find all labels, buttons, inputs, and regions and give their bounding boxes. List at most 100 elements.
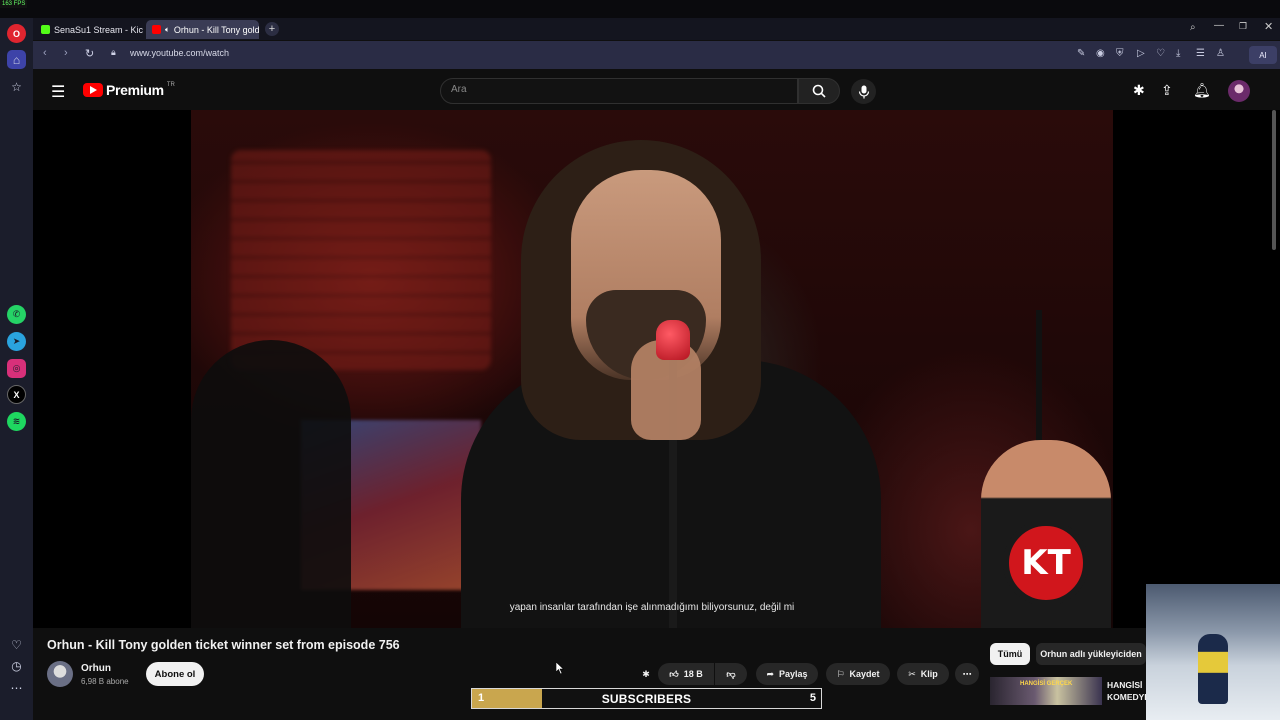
- os-taskbar-strip: [0, 0, 1280, 18]
- play-icon[interactable]: ▷: [1137, 48, 1145, 59]
- shield-icon[interactable]: ⛨: [1116, 48, 1124, 59]
- share-button[interactable]: ➦ Paylaş: [756, 663, 818, 685]
- red-microphone: [656, 320, 690, 360]
- like-count: 18 B: [683, 669, 703, 679]
- subscribe-button[interactable]: Abone ol: [146, 662, 204, 686]
- save-label: Kaydet: [849, 669, 880, 679]
- thumbs-up-icon: 👍︎: [669, 668, 679, 679]
- recommended-thumbnail[interactable]: HANGİSİ GERÇEK: [990, 677, 1102, 705]
- search-input[interactable]: [451, 84, 781, 95]
- youtube-favicon-icon: [152, 25, 161, 34]
- browser-sidebar: O ⌂ ☆ ✆ ➤ ◎ X ≋ ♡ ◷ ⋯: [0, 18, 33, 720]
- download-icon[interactable]: ⤓: [1176, 48, 1180, 59]
- thumbs-down-icon: 👎︎: [726, 668, 736, 679]
- thumbnail-label: HANGİSİ GERÇEK: [1020, 681, 1073, 687]
- clip-button[interactable]: ✂ Klip: [897, 663, 949, 685]
- search-tabs-icon[interactable]: ⌕: [1190, 22, 1196, 33]
- page-scrollbar[interactable]: [1272, 110, 1276, 250]
- opera-logo-icon[interactable]: O: [7, 24, 26, 43]
- menu-lines-icon[interactable]: ☰: [1196, 48, 1205, 59]
- search-button[interactable]: [798, 78, 840, 104]
- create-icon[interactable]: ✱: [1133, 82, 1145, 99]
- subscriber-current-count: 1: [478, 692, 485, 704]
- edit-icon[interactable]: ✎: [1077, 48, 1085, 59]
- channel-avatar[interactable]: [47, 661, 73, 687]
- tab-label: Orhun - Kill Tony gold: [173, 24, 259, 35]
- recommended-title-line: KOMEDYE: [1107, 692, 1150, 702]
- share-label: Paylaş: [779, 669, 808, 679]
- audience-silhouette: [191, 340, 351, 628]
- forward-icon[interactable]: ›: [64, 47, 68, 59]
- tab-kick-stream[interactable]: SenaSu1 Stream - Kick Da: [35, 20, 143, 39]
- instagram-icon[interactable]: ◎: [7, 359, 26, 378]
- profile-icon[interactable]: ♙: [1216, 48, 1225, 59]
- ai-button[interactable]: AI: [1249, 46, 1277, 64]
- dislike-button[interactable]: 👎︎: [715, 663, 747, 685]
- subscriber-goal-bar: SUBSCRIBERS 1 5: [471, 688, 822, 709]
- more-icon[interactable]: ⋯: [7, 678, 26, 697]
- recommended-title[interactable]: HANGİSİ KOMEDYE: [1107, 679, 1150, 703]
- speaker-icon: 🔈︎: [165, 24, 170, 34]
- bell-icon[interactable]: 🔔︎: [1193, 82, 1211, 99]
- filter-chip-uploader[interactable]: Orhun adlı yükleyiciden: [1036, 643, 1146, 665]
- recommended-title-line: HANGİSİ: [1107, 680, 1143, 690]
- clip-label: Klip: [920, 669, 938, 679]
- youtube-play-logo-icon: [83, 83, 103, 97]
- webcam-figure: [1198, 634, 1228, 704]
- subscriber-goal-label: SUBSCRIBERS: [601, 692, 692, 706]
- new-tab-plus-icon[interactable]: +: [265, 22, 279, 36]
- camera-icon[interactable]: ◉: [1096, 48, 1105, 59]
- back-icon[interactable]: ‹: [43, 47, 47, 59]
- scissors-icon: ✂: [908, 668, 916, 679]
- search-box: [440, 78, 798, 104]
- video-title: Orhun - Kill Tony golden ticket winner s…: [47, 638, 400, 652]
- heart-bookmark-icon[interactable]: ♡: [1156, 48, 1165, 59]
- channel-name[interactable]: Orhun: [81, 663, 111, 674]
- filter-chip-all[interactable]: Tümü: [990, 643, 1030, 665]
- microphone-icon: [858, 85, 869, 98]
- spotify-icon[interactable]: ≋: [7, 412, 26, 431]
- share-icon: ➦: [766, 668, 774, 679]
- more-dots-icon: ⋯: [962, 668, 972, 679]
- brick-wall-background: [231, 150, 491, 370]
- heart-icon[interactable]: ♡: [7, 635, 26, 654]
- address-bar: ‹ › ↻ 🔒︎ www.youtube.com/watch ✎ ◉ ⛨ ▷ ♡…: [33, 41, 1280, 69]
- youtube-header: ☰ Premium TR ✱ ⇪ 🔔︎: [33, 70, 1280, 110]
- star-icon[interactable]: ☆: [7, 77, 26, 96]
- video-caption: yapan insanlar tarafından işe alınmadığı…: [509, 602, 795, 613]
- like-button[interactable]: 👍︎ 18 B: [658, 663, 714, 685]
- more-actions-button[interactable]: ⋯: [955, 663, 979, 685]
- upload-icon[interactable]: ⇪: [1161, 82, 1173, 99]
- kick-favicon-icon: [41, 25, 50, 34]
- save-button[interactable]: ⚐ Kaydet: [826, 663, 890, 685]
- video-frame: KT yapan insanlar tarafından işe alınmad…: [191, 110, 1113, 628]
- tab-strip: SenaSu1 Stream - Kick Da 🔈︎ Orhun - Kill…: [33, 18, 1280, 40]
- search-icon: [812, 84, 826, 98]
- logo-region: TR: [166, 82, 175, 88]
- ai-label: AI: [1259, 50, 1267, 60]
- video-player[interactable]: KT yapan insanlar tarafından işe alınmad…: [33, 110, 1280, 628]
- telegram-icon[interactable]: ➤: [7, 332, 26, 351]
- tab-label: SenaSu1 Stream - Kick Da: [54, 24, 143, 35]
- voice-search-button[interactable]: [851, 79, 876, 104]
- webcam-overlay: [1146, 584, 1280, 720]
- bookmark-icon: ⚐: [836, 668, 845, 679]
- ask-ai-icon[interactable]: ✱: [638, 663, 654, 685]
- url-field[interactable]: www.youtube.com/watch: [130, 48, 229, 58]
- avatar[interactable]: [1228, 80, 1250, 102]
- reload-icon[interactable]: ↻: [85, 47, 94, 60]
- whatsapp-icon[interactable]: ✆: [7, 305, 26, 324]
- tab-youtube-active[interactable]: 🔈︎ Orhun - Kill Tony gold: [146, 20, 259, 39]
- restore-icon[interactable]: ❐: [1239, 21, 1247, 32]
- minimize-icon[interactable]: —: [1214, 20, 1224, 31]
- home-icon[interactable]: ⌂: [7, 50, 26, 69]
- channel-subscriber-count: 6,98 B abone: [81, 677, 129, 686]
- hamburger-menu-icon[interactable]: ☰: [51, 82, 65, 102]
- fps-counter: 163 FPS: [0, 0, 28, 8]
- close-window-icon[interactable]: ✕: [1264, 20, 1273, 33]
- subscriber-goal-count: 5: [809, 692, 816, 704]
- history-icon[interactable]: ◷: [7, 656, 26, 675]
- x-icon[interactable]: X: [7, 385, 26, 404]
- mouse-cursor-icon: [556, 662, 564, 674]
- youtube-premium-logo[interactable]: Premium TR: [83, 82, 175, 98]
